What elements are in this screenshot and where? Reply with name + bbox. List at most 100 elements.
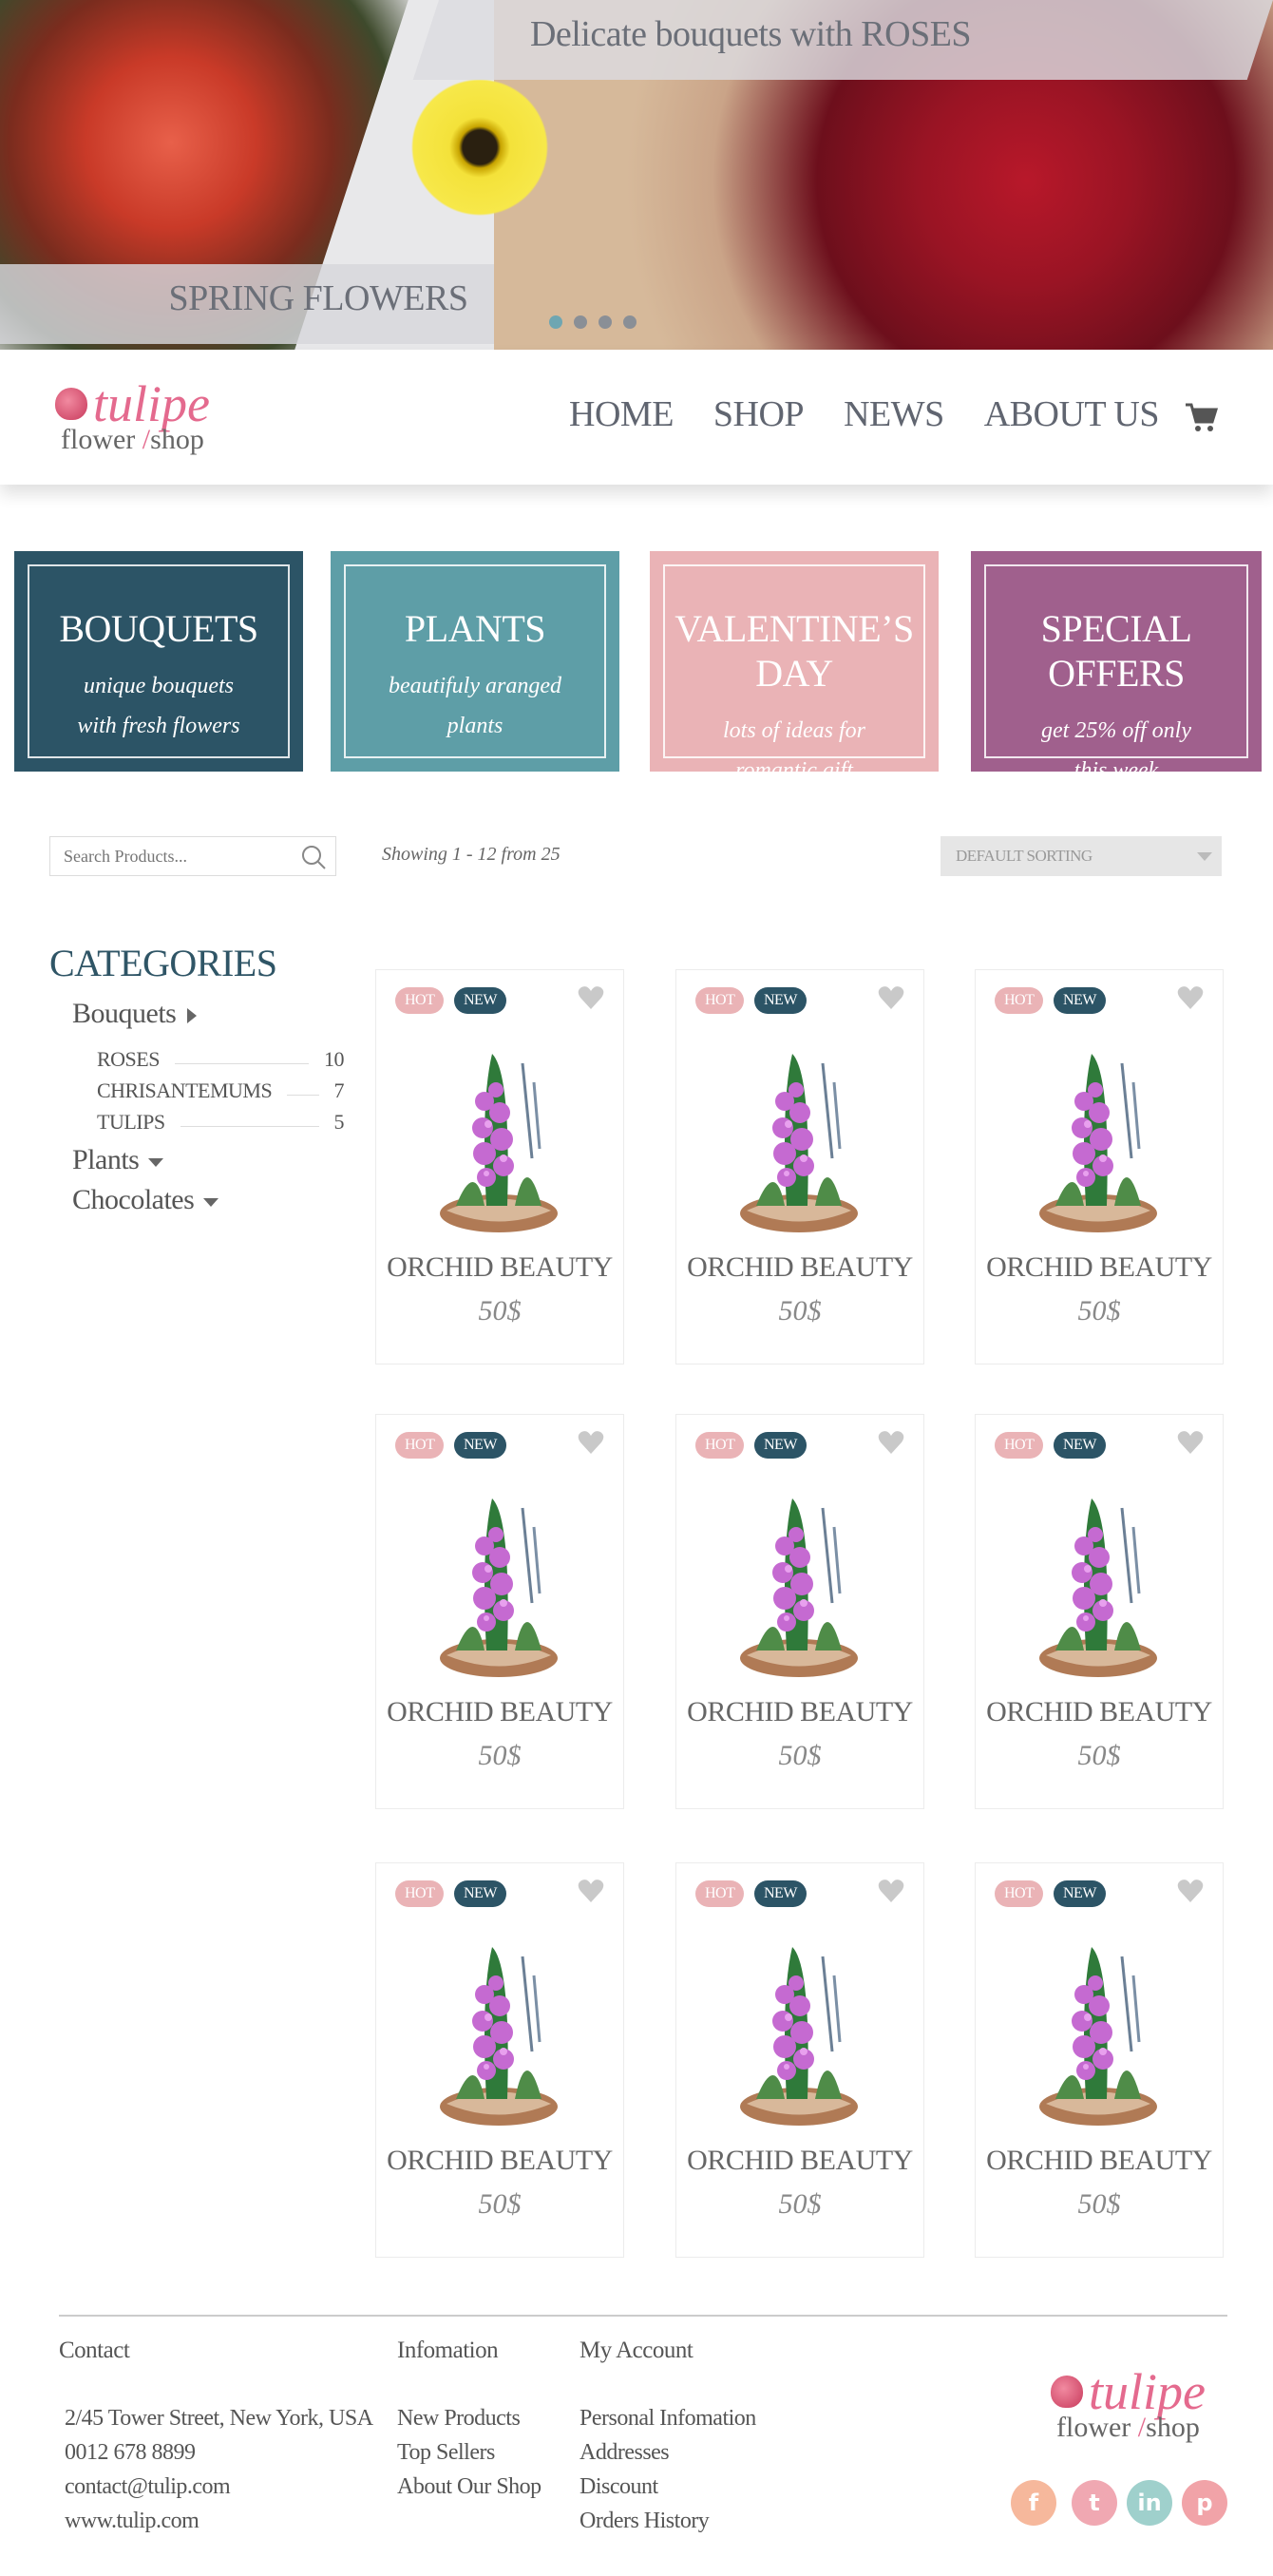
subcategory-chrisantemums[interactable]: CHRISANTEMUMS 7 bbox=[97, 1078, 344, 1103]
twitter-icon[interactable]: t bbox=[1072, 2480, 1117, 2526]
chevron-down-icon bbox=[1197, 852, 1212, 861]
product-card[interactable]: HOT NEW ORCHID BEAUTY 50$ bbox=[375, 1862, 624, 2258]
new-badge: NEW bbox=[454, 1432, 506, 1459]
new-badge: NEW bbox=[1054, 1432, 1106, 1459]
category-bouquets[interactable]: Bouquets bbox=[72, 998, 198, 1030]
product-card[interactable]: HOT NEW ORCHID BEAUTY 50$ bbox=[975, 969, 1224, 1364]
hero-slider[interactable]: Delicate bouquets with ROSES SPRING FLOW… bbox=[0, 0, 1273, 350]
subcategory-tulips[interactable]: TULIPS 5 bbox=[97, 1110, 344, 1135]
search-input[interactable] bbox=[50, 838, 288, 874]
hot-badge: HOT bbox=[395, 987, 445, 1014]
nav-shop[interactable]: SHOP bbox=[713, 393, 805, 435]
product-name[interactable]: ORCHID BEAUTY bbox=[376, 2145, 623, 2177]
product-name[interactable]: ORCHID BEAUTY bbox=[376, 1696, 623, 1728]
heart-icon[interactable] bbox=[878, 1430, 904, 1455]
chevron-down-icon bbox=[203, 1197, 219, 1207]
heart-icon[interactable] bbox=[1177, 1879, 1204, 1903]
footer-link-about-our-shop[interactable]: About Our Shop bbox=[397, 2474, 542, 2500]
nav-news[interactable]: NEWS bbox=[844, 393, 944, 435]
product-image[interactable] bbox=[728, 1937, 870, 2128]
dotted-leader bbox=[174, 1055, 309, 1064]
category-chocolates[interactable]: Chocolates bbox=[72, 1184, 219, 1216]
nav-about-us[interactable]: ABOUT US bbox=[984, 393, 1160, 435]
tile-subtitle: unique bouquets with fresh flowers bbox=[77, 674, 240, 738]
product-price: 50$ bbox=[1077, 2188, 1121, 2220]
product-name[interactable]: ORCHID BEAUTY bbox=[676, 1696, 923, 1728]
tile-valentines-day[interactable]: VALENTINE’S DAY lots of ideas for romanti… bbox=[650, 551, 939, 783]
product-card[interactable]: HOT NEW ORCHID BEAUTY 50$ bbox=[975, 1862, 1224, 2258]
category-label: Plants bbox=[72, 1144, 140, 1175]
facebook-icon[interactable]: f bbox=[1011, 2480, 1056, 2526]
chevron-right-icon bbox=[187, 1008, 198, 1024]
footer-link-top-sellers[interactable]: Top Sellers bbox=[397, 2440, 495, 2466]
linkedin-icon[interactable]: in bbox=[1127, 2480, 1172, 2526]
footer-link-orders-history[interactable]: Orders History bbox=[580, 2509, 710, 2534]
subcategory-label: TULIPS bbox=[97, 1110, 165, 1134]
footer-link-addresses[interactable]: Addresses bbox=[580, 2440, 670, 2466]
logo-word-flowershop: flower /shop bbox=[1056, 2412, 1200, 2443]
slider-dot-1[interactable] bbox=[549, 315, 562, 329]
product-name[interactable]: ORCHID BEAUTY bbox=[376, 1251, 623, 1284]
tile-special-offers[interactable]: SPECIAL OFFERS get 25% off only this week bbox=[971, 551, 1262, 783]
product-image[interactable] bbox=[428, 1044, 570, 1234]
pinterest-icon[interactable]: p bbox=[1182, 2480, 1227, 2526]
heart-icon[interactable] bbox=[1177, 985, 1204, 1010]
product-name[interactable]: ORCHID BEAUTY bbox=[676, 1251, 923, 1284]
product-price: 50$ bbox=[778, 1740, 822, 1771]
footer-website[interactable]: www.tulip.com bbox=[65, 2509, 200, 2534]
heart-icon[interactable] bbox=[1177, 1430, 1204, 1455]
heart-icon[interactable] bbox=[578, 1430, 604, 1455]
subcategory-label: CHRISANTEMUMS bbox=[97, 1078, 273, 1102]
hot-badge: HOT bbox=[995, 987, 1044, 1014]
subcategory-roses[interactable]: ROSES 10 bbox=[97, 1047, 345, 1072]
product-card[interactable]: HOT NEW ORCHID BEAUTY 50$ bbox=[975, 1414, 1224, 1809]
cart-icon[interactable] bbox=[1184, 401, 1218, 433]
search-icon[interactable] bbox=[299, 843, 328, 871]
product-image[interactable] bbox=[428, 1937, 570, 2128]
slider-dot-2[interactable] bbox=[574, 315, 587, 329]
product-name[interactable]: ORCHID BEAUTY bbox=[976, 1696, 1223, 1728]
footer-email[interactable]: contact@tulip.com bbox=[65, 2474, 231, 2500]
heart-icon[interactable] bbox=[578, 985, 604, 1010]
sort-select[interactable]: DEFAULT SORTING bbox=[940, 836, 1222, 876]
product-image[interactable] bbox=[428, 1489, 570, 1679]
heart-icon[interactable] bbox=[878, 1879, 904, 1903]
product-name[interactable]: ORCHID BEAUTY bbox=[976, 1251, 1223, 1284]
footer-link-new-products[interactable]: New Products bbox=[397, 2406, 521, 2432]
new-badge: NEW bbox=[454, 987, 506, 1014]
product-card[interactable]: HOT NEW ORCHID BEAUTY 50$ bbox=[675, 1862, 924, 2258]
site-logo[interactable]: tulipe flower /shop bbox=[53, 369, 243, 464]
product-image[interactable] bbox=[728, 1489, 870, 1679]
product-card[interactable]: HOT NEW ORCHID BEAUTY 50$ bbox=[675, 1414, 924, 1809]
tile-plants[interactable]: PLANTS beautifuly aranged plants bbox=[331, 551, 619, 772]
hot-badge: HOT bbox=[695, 987, 745, 1014]
footer-logo[interactable]: tulipe flower /shop bbox=[1049, 2357, 1239, 2452]
footer-link-personal-information[interactable]: Personal Infomation bbox=[580, 2406, 756, 2432]
heart-icon[interactable] bbox=[578, 1879, 604, 1903]
subcategory-count: 7 bbox=[333, 1078, 345, 1102]
slider-dot-3[interactable] bbox=[598, 315, 612, 329]
tulip-logo-icon bbox=[1051, 2376, 1083, 2408]
nav-home[interactable]: HOME bbox=[569, 393, 674, 435]
new-badge: NEW bbox=[754, 1432, 807, 1459]
product-card[interactable]: HOT NEW ORCHID BEAUTY 50$ bbox=[375, 1414, 624, 1809]
product-image[interactable] bbox=[1027, 1044, 1169, 1234]
category-plants[interactable]: Plants bbox=[72, 1144, 164, 1176]
product-name[interactable]: ORCHID BEAUTY bbox=[976, 2145, 1223, 2177]
tile-title: SPECIAL OFFERS bbox=[1040, 607, 1192, 695]
product-card[interactable]: HOT NEW ORCHID BEAUTY 50$ bbox=[375, 969, 624, 1364]
heart-icon[interactable] bbox=[878, 985, 904, 1010]
product-name[interactable]: ORCHID BEAUTY bbox=[676, 2145, 923, 2177]
product-price: 50$ bbox=[778, 1295, 822, 1326]
tile-bouquets[interactable]: BOUQUETS unique bouquets with fresh flowe… bbox=[14, 551, 303, 772]
footer-account-title: My Account bbox=[580, 2337, 694, 2363]
slider-dot-4[interactable] bbox=[623, 315, 636, 329]
subcategory-count: 10 bbox=[324, 1047, 345, 1071]
slide-caption-spring: SPRING FLOWERS bbox=[168, 278, 469, 318]
product-image[interactable] bbox=[728, 1044, 870, 1234]
product-card[interactable]: HOT NEW ORCHID BEAUTY 50$ bbox=[675, 969, 924, 1364]
footer-link-discount[interactable]: Discount bbox=[580, 2474, 658, 2500]
product-image[interactable] bbox=[1027, 1489, 1169, 1679]
new-badge: NEW bbox=[754, 987, 807, 1014]
product-image[interactable] bbox=[1027, 1937, 1169, 2128]
